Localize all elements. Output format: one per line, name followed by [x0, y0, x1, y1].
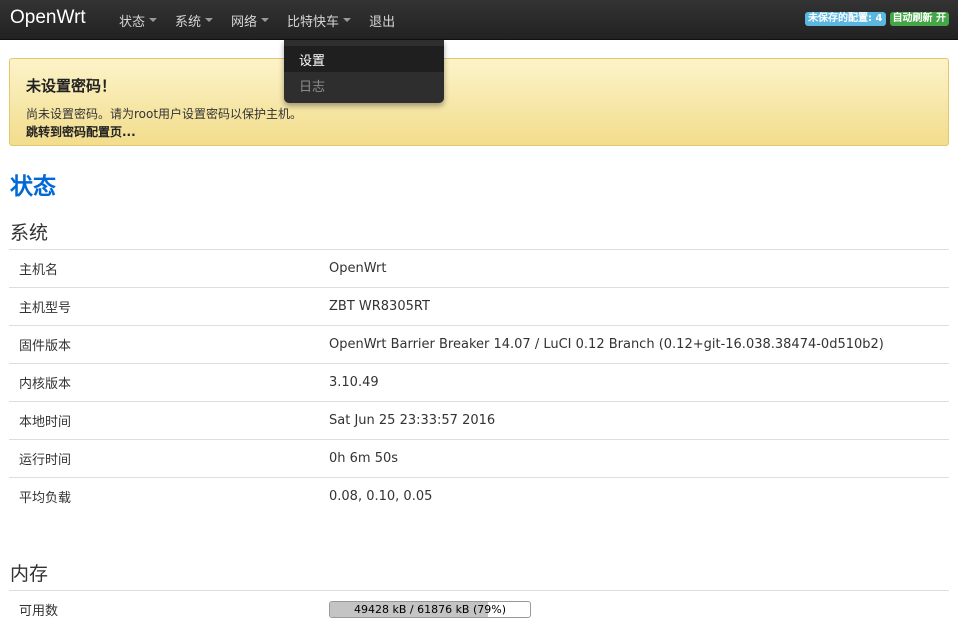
table-row: 本地时间 Sat Jun 25 23:33:57 2016 [9, 401, 949, 439]
row-label: 平均负载 [19, 491, 72, 506]
table-row: 可用数 49428 kB / 61876 kB (79%) [9, 590, 949, 628]
row-label: 主机型号 [19, 301, 72, 316]
menu-network[interactable]: 网络 [222, 0, 278, 40]
memory-progress-text: 49428 kB / 61876 kB (79%) [353, 603, 507, 616]
row-label: 运行时间 [19, 453, 72, 468]
dropdown-item-settings[interactable]: 设置 [284, 46, 444, 72]
row-value: OpenWrt [329, 261, 387, 276]
alert-title: 未设置密码！ [26, 77, 117, 95]
auto-refresh-badge[interactable]: 自动刷新 开 [889, 12, 949, 26]
menu-logout-label: 退出 [369, 14, 396, 30]
row-label: 固件版本 [19, 339, 72, 354]
chevron-down-icon [343, 18, 352, 22]
status-badges: 未保存的配置: 4 自动刷新 开 [805, 12, 949, 26]
table-row: 主机名 OpenWrt [9, 249, 949, 287]
row-label: 可用数 [19, 604, 59, 619]
table-row: 平均负载 0.08, 0.10, 0.05 [9, 477, 949, 515]
bitexpress-dropdown: 设置 日志 [284, 40, 444, 103]
row-label: 内核版本 [19, 377, 72, 392]
row-value: 3.10.49 [329, 375, 379, 390]
memory-table: 可用数 49428 kB / 61876 kB (79%) [9, 590, 949, 628]
no-password-alert: 未设置密码！ 尚未设置密码。请为root用户设置密码以保护主机。 跳转到密码配置… [9, 58, 949, 146]
system-table: 主机名 OpenWrt 主机型号 ZBT WR8305RT 固件版本 OpenW… [9, 249, 949, 515]
table-row: 主机型号 ZBT WR8305RT [9, 287, 949, 325]
main-menu: 状态 系统 网络 比特快车 退出 [110, 0, 404, 40]
unsaved-changes-badge[interactable]: 未保存的配置: 4 [805, 12, 886, 26]
menu-system[interactable]: 系统 [166, 0, 222, 40]
row-label: 主机名 [19, 263, 59, 278]
row-value: 0h 6m 50s [329, 451, 399, 466]
chevron-down-icon [205, 18, 214, 22]
row-value: 0.08, 0.10, 0.05 [329, 489, 433, 504]
menu-bitexpress[interactable]: 比特快车 [278, 0, 360, 40]
system-section-title: 系统 [10, 222, 49, 244]
row-value: ZBT WR8305RT [329, 299, 430, 314]
table-row: 运行时间 0h 6m 50s [9, 439, 949, 477]
menu-system-label: 系统 [175, 14, 202, 30]
row-value: 49428 kB / 61876 kB (79%) [329, 601, 531, 618]
row-value: OpenWrt Barrier Breaker 14.07 / LuCI 0.1… [329, 337, 884, 352]
menu-bitexpress-label: 比特快车 [287, 14, 340, 30]
table-row: 固件版本 OpenWrt Barrier Breaker 14.07 / LuC… [9, 325, 949, 363]
table-row: 内核版本 3.10.49 [9, 363, 949, 401]
password-config-link[interactable]: 跳转到密码配置页... [26, 123, 136, 140]
menu-logout[interactable]: 退出 [360, 0, 404, 40]
page-title: 状态 [10, 174, 56, 200]
row-value: Sat Jun 25 23:33:57 2016 [329, 413, 496, 428]
brand-logo[interactable]: OpenWrt [10, 7, 86, 29]
dropdown-item-log[interactable]: 日志 [284, 72, 444, 98]
chevron-down-icon [149, 18, 158, 22]
chevron-down-icon [261, 18, 270, 22]
row-label: 本地时间 [19, 415, 72, 430]
memory-progress-bar: 49428 kB / 61876 kB (79%) [329, 601, 531, 618]
menu-status[interactable]: 状态 [110, 0, 166, 40]
menu-status-label: 状态 [119, 14, 146, 30]
alert-text: 尚未设置密码。请为root用户设置密码以保护主机。 [26, 107, 303, 121]
menu-network-label: 网络 [231, 14, 258, 30]
top-navbar: OpenWrt 状态 系统 网络 比特快车 退出 未保存的配置: 4 自动刷新 … [0, 0, 958, 40]
memory-section-title: 内存 [10, 563, 49, 585]
